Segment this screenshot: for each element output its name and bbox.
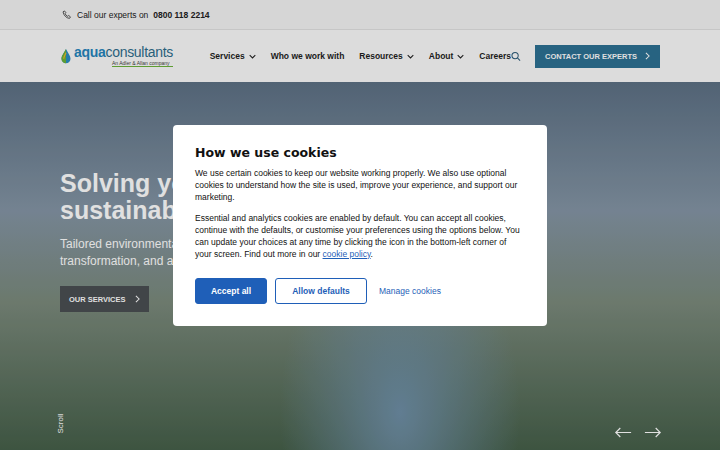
cookie-primary-button[interactable]: Accept all xyxy=(195,278,267,304)
cookie-dialog: How we use cookies We use certain cookie… xyxy=(173,125,547,326)
modal-backdrop: How we use cookies We use certain cookie… xyxy=(0,0,720,450)
cookie-policy-link[interactable]: cookie policy xyxy=(323,249,371,259)
page: Call our experts on 0800 118 2214 aquaco… xyxy=(0,0,720,450)
cookie-dialog-buttons: Accept all Allow defaults Manage cookies xyxy=(195,278,525,304)
cookie-link-button[interactable]: Manage cookies xyxy=(375,278,445,304)
cookie-dialog-title: How we use cookies xyxy=(195,145,525,160)
cookie-dialog-text: We use certain cookies to keep our websi… xyxy=(195,167,525,203)
cookie-outline-button[interactable]: Allow defaults xyxy=(275,278,367,304)
cookie-dialog-text: Essential and analytics cookies are enab… xyxy=(195,212,525,260)
